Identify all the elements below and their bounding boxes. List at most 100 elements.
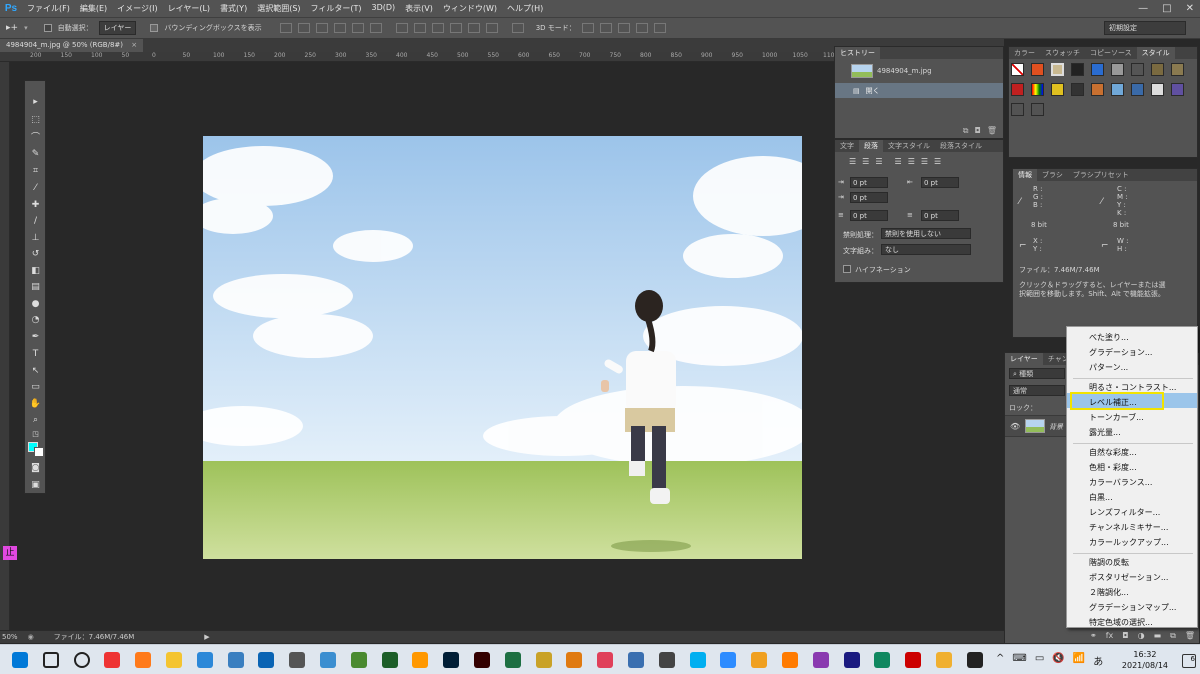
justify-last-right-icon[interactable]: ☰ bbox=[921, 157, 928, 166]
volume-muted-icon[interactable]: 🔇 bbox=[1052, 653, 1064, 668]
align-right-text-icon[interactable]: ☰ bbox=[875, 157, 882, 166]
status-toggle-icon[interactable]: ◉ bbox=[28, 633, 34, 641]
zoom-level[interactable]: 50% bbox=[2, 633, 18, 641]
show-hidden-icons-icon[interactable]: ^ bbox=[996, 653, 1004, 668]
screen-mode-icon[interactable]: ▣ bbox=[28, 478, 43, 493]
style-swatch[interactable] bbox=[1071, 63, 1084, 76]
align-left-text-icon[interactable]: ☰ bbox=[849, 157, 856, 166]
distribute-right-icon[interactable] bbox=[485, 23, 498, 33]
tab-info[interactable]: 情報 bbox=[1013, 169, 1037, 181]
illustrator-icon[interactable] bbox=[474, 652, 490, 668]
menu-item[interactable]: べた塗り... bbox=[1067, 331, 1197, 345]
menu-item[interactable]: パターン... bbox=[1067, 361, 1197, 375]
layer-filter-dropdown[interactable]: ⌕ 種類 bbox=[1009, 368, 1065, 379]
delete-layer-icon[interactable]: 🗑 bbox=[1185, 631, 1195, 641]
clone-stamp-tool-icon[interactable]: ⊥ bbox=[28, 231, 43, 246]
style-swatch[interactable] bbox=[1051, 63, 1064, 76]
zoom-icon[interactable] bbox=[720, 652, 737, 668]
keyboard-icon[interactable]: ⌨ bbox=[1012, 653, 1026, 668]
document-canvas[interactable] bbox=[203, 136, 802, 559]
news-icon[interactable] bbox=[320, 652, 336, 668]
style-swatch[interactable] bbox=[1051, 83, 1064, 96]
dodge-tool-icon[interactable]: ◔ bbox=[28, 313, 43, 328]
eyedropper-tool-icon[interactable]: ⁄ bbox=[28, 181, 43, 196]
3d-slide-icon[interactable] bbox=[635, 23, 648, 33]
default-colors-icon[interactable]: ◳ bbox=[28, 427, 43, 442]
tab-paragraph-styles[interactable]: 段落スタイル bbox=[935, 140, 987, 152]
bounding-box-checkbox[interactable] bbox=[150, 24, 159, 32]
new-layer-icon[interactable]: ⧉ bbox=[1170, 631, 1176, 641]
shape-tool-icon[interactable]: ▭ bbox=[28, 380, 43, 395]
3d-pan-icon[interactable] bbox=[617, 23, 630, 33]
style-swatch[interactable] bbox=[1071, 83, 1084, 96]
background-color-swatch[interactable] bbox=[34, 447, 44, 457]
menu-item[interactable]: チャンネルミキサー... bbox=[1067, 521, 1197, 535]
align-hcenter-icon[interactable] bbox=[351, 23, 364, 33]
inkscape-icon[interactable] bbox=[874, 652, 891, 668]
workspace-dropdown[interactable]: 初期設定 bbox=[1104, 21, 1186, 35]
healing-brush-tool-icon[interactable]: ✚ bbox=[28, 198, 43, 213]
marquee-tool-icon[interactable]: ⬚ bbox=[28, 113, 43, 128]
menu-item[interactable]: 露光量... bbox=[1067, 426, 1197, 440]
style-swatch[interactable] bbox=[1131, 83, 1144, 96]
menu-item[interactable]: カラールックアップ... bbox=[1067, 536, 1197, 550]
history-brush-tool-icon[interactable]: ↺ bbox=[28, 247, 43, 262]
7zip-icon[interactable] bbox=[658, 652, 675, 668]
move-tool-icon[interactable]: ▸+ bbox=[6, 23, 18, 33]
menu-item[interactable]: ウィンドウ(W) bbox=[438, 3, 502, 14]
mojikumi-dropdown[interactable]: なし bbox=[881, 244, 971, 255]
menu-item[interactable]: レイヤー(L) bbox=[163, 3, 215, 14]
obs-icon[interactable] bbox=[905, 652, 922, 668]
sublime-icon[interactable] bbox=[412, 652, 429, 668]
style-swatch[interactable] bbox=[1171, 83, 1184, 96]
tool-preset-arrow-icon[interactable]: ▾ bbox=[24, 24, 28, 32]
gimp-icon[interactable] bbox=[936, 652, 952, 668]
space-before-field[interactable]: 0 pt bbox=[850, 210, 888, 221]
menu-item[interactable]: ポスタリゼーション... bbox=[1067, 571, 1197, 585]
3d-rotate-icon[interactable] bbox=[581, 23, 594, 33]
blend-mode-dropdown[interactable]: 通常 bbox=[1009, 385, 1065, 396]
tab-brush[interactable]: ブラシ bbox=[1037, 169, 1068, 181]
minecraft-icon[interactable] bbox=[350, 652, 367, 668]
new-document-from-state-icon[interactable]: ⧉ bbox=[963, 126, 969, 136]
settings-icon[interactable] bbox=[289, 652, 306, 668]
vlc-icon[interactable] bbox=[782, 652, 798, 668]
blur-tool-icon[interactable]: ● bbox=[28, 297, 43, 312]
close-button[interactable]: ✕ bbox=[1186, 3, 1194, 14]
style-swatch[interactable] bbox=[1031, 103, 1044, 116]
align-center-text-icon[interactable]: ☰ bbox=[862, 157, 869, 166]
tab-color[interactable]: カラー bbox=[1009, 47, 1040, 59]
pen-tool-icon[interactable]: ✒ bbox=[28, 330, 43, 345]
menu-item[interactable]: グラデーション... bbox=[1067, 346, 1197, 360]
style-swatch[interactable] bbox=[1011, 103, 1024, 116]
menu-item[interactable]: 階調の反転 bbox=[1067, 556, 1197, 570]
type-tool-icon[interactable]: T bbox=[28, 347, 43, 362]
notification-center-icon[interactable]: 6 bbox=[1182, 654, 1196, 668]
firefox-icon[interactable] bbox=[135, 652, 152, 668]
tab-character[interactable]: 文字 bbox=[835, 140, 859, 152]
style-swatch[interactable] bbox=[1111, 83, 1124, 96]
brush-tool-icon[interactable]: / bbox=[28, 214, 43, 229]
menu-item[interactable]: ファイル(F) bbox=[22, 3, 75, 14]
vectorizer-icon[interactable] bbox=[597, 652, 614, 668]
indent-left-field[interactable]: 0 pt bbox=[850, 177, 888, 188]
layer-row[interactable]: 👁 背景 bbox=[1005, 415, 1067, 437]
3d-scale-icon[interactable] bbox=[653, 23, 666, 33]
skype-icon[interactable] bbox=[689, 652, 706, 668]
distribute-top-icon[interactable] bbox=[395, 23, 408, 33]
tab-character-styles[interactable]: 文字スタイル bbox=[883, 140, 935, 152]
history-snapshot[interactable]: 4984904_m.jpg bbox=[835, 61, 1003, 81]
align-left-icon[interactable] bbox=[333, 23, 346, 33]
style-swatch[interactable] bbox=[1171, 63, 1184, 76]
menu-item[interactable]: トーンカーブ... bbox=[1067, 411, 1197, 425]
auto-align-icon[interactable] bbox=[511, 23, 524, 33]
new-group-icon[interactable]: ▬ bbox=[1154, 631, 1162, 641]
adjustment-layer-icon[interactable]: ◑ bbox=[1138, 631, 1145, 641]
paint-icon[interactable] bbox=[628, 652, 644, 668]
align-top-icon[interactable] bbox=[279, 23, 292, 33]
krita-icon[interactable] bbox=[812, 652, 829, 668]
maximize-button[interactable]: □ bbox=[1162, 3, 1171, 14]
style-none-swatch[interactable] bbox=[1011, 63, 1024, 76]
link-layers-icon[interactable]: ⚭ bbox=[1090, 631, 1097, 641]
menu-item[interactable]: 編集(E) bbox=[75, 3, 112, 14]
